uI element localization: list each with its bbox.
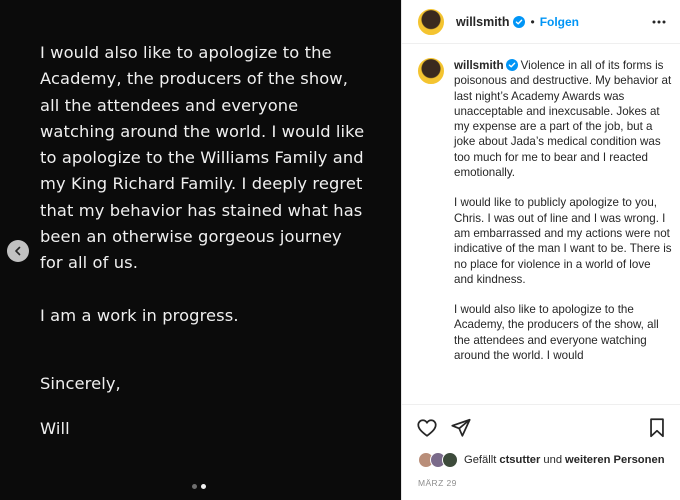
carousel-indicator [192, 484, 206, 489]
media-line: to apologize to the Williams Family and [40, 148, 364, 168]
heart-icon[interactable] [416, 417, 438, 439]
likes-summary[interactable]: Gefällt ctsutter und weiteren Personen [418, 452, 668, 468]
likes-prefix: Gefällt [464, 454, 497, 466]
media-line: I would also like to apologize to the [40, 43, 332, 62]
media-line: that my behavior has stained what has [40, 200, 363, 220]
media-line: Academy, the producers of the show, [40, 69, 348, 89]
action-bar [402, 404, 680, 450]
media-line: for all of us. [40, 253, 139, 273]
post-date[interactable]: MÄRZ 29 [418, 478, 457, 488]
media-signature: Will [40, 419, 70, 439]
media-progress-line: I am a work in progress. [40, 305, 239, 325]
avatar[interactable] [418, 8, 444, 35]
liker-avatar [442, 452, 458, 468]
carousel-dot-active [201, 484, 206, 489]
post-media: I would also like to apologize to the Ac… [0, 0, 401, 500]
caption-avatar[interactable] [418, 58, 444, 84]
share-icon[interactable] [450, 417, 472, 439]
media-line: my King Richard Family. I deeply regret [40, 174, 363, 194]
caption-body: willsmith Violence in all of its forms is… [454, 58, 672, 396]
caption-username[interactable]: willsmith [454, 59, 504, 72]
caption-paragraph-3: I would also like to apologize to the Ac… [454, 303, 659, 363]
media-closing: Sincerely, [40, 373, 121, 393]
likes-user-link[interactable]: ctsutter [499, 454, 540, 466]
likes-others-link[interactable]: weiteren Personen [565, 454, 664, 466]
bookmark-icon[interactable] [646, 417, 668, 439]
media-line: all the attendees and everyone [40, 95, 299, 115]
post-sidebar: willsmith • Folgen willsmith Violence in … [401, 0, 680, 500]
previous-slide-button[interactable] [7, 240, 29, 262]
media-text: I would also like to apologize to the Ac… [40, 40, 380, 443]
instagram-post: I would also like to apologize to the Ac… [0, 0, 680, 500]
verified-badge-icon [505, 59, 518, 71]
media-line: watching around the world. I would like [40, 121, 365, 141]
follow-button[interactable]: Folgen [540, 15, 579, 29]
header-separator: • [530, 14, 535, 29]
post-header: willsmith • Folgen [402, 0, 680, 44]
username-link[interactable]: willsmith [456, 15, 509, 29]
caption-paragraph-1: Violence in all of its forms is poisonou… [454, 59, 672, 180]
media-line: been an otherwise gorgeous journey [40, 227, 342, 247]
liker-avatars [418, 452, 458, 468]
caption-paragraph-2: I would like to publicly apologize to yo… [454, 196, 672, 286]
likes-middle: und [543, 454, 563, 466]
chevron-left-icon [15, 246, 21, 256]
verified-badge-icon [513, 15, 526, 28]
more-options-icon[interactable] [651, 14, 667, 30]
post-caption: willsmith Violence in all of its forms is… [418, 58, 673, 396]
carousel-dot [192, 484, 197, 489]
